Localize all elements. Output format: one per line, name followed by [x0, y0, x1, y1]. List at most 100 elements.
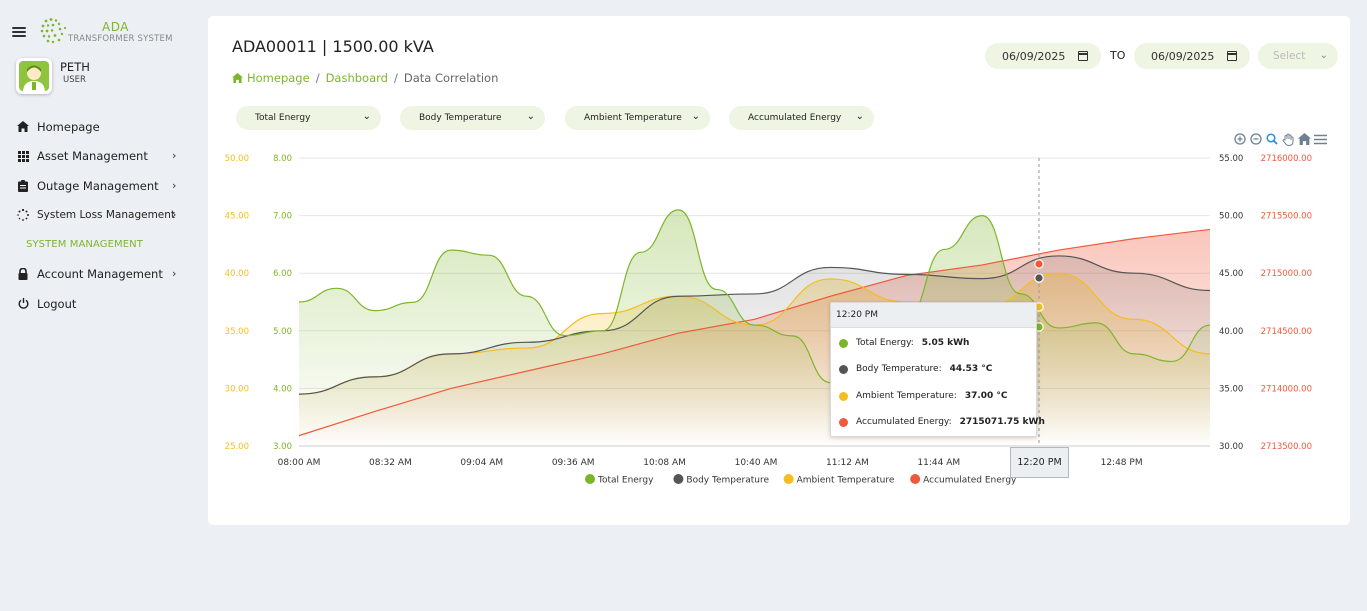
y-tick-body-temperature: 55.00 — [1219, 154, 1243, 164]
tooltip-row-accumulated-energy: Accumulated Energy: 2715071.75 kWh — [839, 417, 1045, 427]
x-tick-label: 08:00 AM — [278, 458, 321, 468]
legend-marker-icon — [783, 474, 794, 484]
legend-item-total-energy[interactable]: Total Energy — [585, 474, 654, 486]
legend-label: Accumulated Energy — [923, 476, 1017, 486]
y-tick-accumulated-energy: 2714000.00 — [1261, 384, 1312, 394]
chart-legend[interactable]: Total Energy Body Temperature Ambient Temp… — [585, 474, 1017, 486]
x-tick-label: 10:40 AM — [735, 458, 778, 468]
crosshair-x-label: 12:20 PM — [1010, 447, 1069, 478]
tooltip-row-total-energy: Total Energy: 5.05 kWh — [839, 338, 969, 348]
y-tick-ambient-temperature: 25.00 — [225, 442, 249, 452]
x-tick-label: 09:04 AM — [460, 458, 503, 468]
sidebar-nav: Homepage Asset Management › Outage Manag… — [0, 112, 198, 319]
y-tick-total-energy: 4.00 — [273, 384, 292, 394]
y-tick-accumulated-energy: 2716000.00 — [1261, 154, 1312, 164]
app-logo: ADA TRANSFORMER SYSTEM — [40, 17, 175, 47]
legend-item-body-temperature[interactable]: Body Temperature — [673, 474, 769, 486]
brand-name: ADA — [102, 20, 129, 34]
y-tick-body-temperature: 45.00 — [1219, 269, 1243, 279]
chevron-right-icon: › — [172, 149, 177, 163]
series-dot-icon — [839, 391, 848, 401]
legend-marker-icon — [585, 474, 595, 484]
user-name: PETH — [60, 60, 90, 74]
main-card: ADA00011 | 1500.00 kVA Homepage / Dashbo… — [208, 16, 1350, 525]
clipboard-icon — [16, 179, 30, 193]
y-tick-ambient-temperature: 45.00 — [225, 212, 249, 222]
x-tick-label: 09:36 AM — [552, 458, 595, 468]
series-dot-icon — [839, 364, 848, 374]
y-tick-accumulated-energy: 2715500.00 — [1261, 212, 1312, 222]
y-tick-ambient-temperature: 50.00 — [225, 154, 249, 164]
tooltip-label: Accumulated Energy: — [856, 417, 952, 427]
y-tick-body-temperature: 30.00 — [1219, 442, 1243, 452]
sidebar-item-account-management[interactable]: Account Management › — [0, 260, 198, 290]
sidebar-item-label: System Loss Management — [37, 209, 176, 222]
series-dot-icon — [839, 338, 848, 348]
y-tick-ambient-temperature: 30.00 — [225, 384, 249, 394]
logo-dots-icon — [40, 18, 67, 44]
chart-tooltip: 12:20 PM Total Energy: 5.05 kWh Body Temp… — [830, 302, 1045, 437]
sidebar-item-system-management[interactable]: SYSTEM MANAGEMENT — [0, 230, 198, 260]
sidebar-item-label: Homepage — [37, 119, 100, 134]
user-avatar-icon — [19, 61, 49, 91]
tooltip-label: Ambient Temperature: — [856, 391, 957, 401]
sidebar-item-asset-management[interactable]: Asset Management › — [0, 142, 198, 172]
y-tick-accumulated-energy: 2715000.00 — [1261, 269, 1312, 279]
sidebar-item-outage-management[interactable]: Outage Management › — [0, 171, 198, 201]
chart-areas — [299, 209, 1210, 446]
legend-marker-icon — [910, 474, 921, 484]
x-tick-label: 12:48 PM — [1101, 458, 1143, 468]
y-tick-body-temperature: 40.00 — [1219, 327, 1243, 337]
y-tick-total-energy: 5.00 — [273, 327, 292, 337]
sidebar-item-label: Asset Management — [37, 149, 148, 164]
x-tick-label: 08:32 AM — [369, 458, 412, 468]
chevron-right-icon: › — [172, 267, 177, 281]
sidebar-item-homepage[interactable]: Homepage — [0, 112, 198, 142]
lock-icon — [16, 267, 30, 281]
x-tick-label: 11:12 AM — [826, 458, 869, 468]
x-tick-label: 10:08 AM — [643, 458, 686, 468]
spinner-icon — [16, 208, 30, 222]
grid-icon — [16, 149, 30, 163]
correlation-chart[interactable]: 25.00 3.00 30.00 2713500.00 30.00 4.00 35.00 27… — [208, 16, 1350, 506]
sidebar-item-label: Outage Management — [37, 178, 159, 193]
series-marker-accumulated-energy — [1034, 259, 1044, 269]
series-dot-icon — [839, 417, 848, 427]
y-tick-body-temperature: 50.00 — [1219, 212, 1243, 222]
y-tick-ambient-temperature: 40.00 — [225, 269, 249, 279]
y-tick-total-energy: 6.00 — [273, 269, 292, 279]
tooltip-row-ambient-temperature: Ambient Temperature: 37.00 °C — [839, 391, 1008, 401]
sidebar-item-logout[interactable]: Logout — [0, 289, 198, 319]
tooltip-value: 44.53 °C — [949, 364, 993, 374]
y-tick-total-energy: 3.00 — [273, 442, 292, 452]
avatar[interactable] — [16, 58, 52, 94]
sidebar-item-system-loss-management[interactable]: System Loss Management › — [0, 201, 198, 231]
legend-label: Ambient Temperature — [797, 476, 895, 486]
sidebar-item-label: Logout — [37, 296, 77, 311]
y-tick-accumulated-energy: 2713500.00 — [1261, 442, 1312, 452]
hamburger-menu-icon[interactable] — [12, 27, 26, 37]
series-marker-body-temperature — [1034, 273, 1044, 283]
legend-label: Total Energy — [597, 476, 654, 486]
tooltip-header: 12:20 PM — [831, 303, 1036, 328]
sidebar-item-label: SYSTEM MANAGEMENT — [26, 239, 143, 251]
legend-marker-icon — [673, 474, 684, 484]
power-icon — [16, 297, 30, 311]
tooltip-row-body-temperature: Body Temperature: 44.53 °C — [839, 364, 992, 374]
sidebar-item-label: Account Management — [37, 267, 163, 282]
tooltip-value: 2715071.75 kWh — [959, 417, 1045, 427]
chevron-right-icon: › — [172, 208, 177, 222]
y-tick-total-energy: 8.00 — [273, 154, 292, 164]
sidebar: ADA TRANSFORMER SYSTEM PETH USER Homepag… — [0, 0, 198, 611]
legend-label: Body Temperature — [686, 476, 769, 486]
home-icon — [16, 120, 30, 134]
legend-item-accumulated-energy[interactable]: Accumulated Energy — [910, 474, 1017, 486]
tooltip-value: 37.00 °C — [964, 391, 1008, 401]
chevron-right-icon: › — [172, 178, 177, 192]
legend-item-ambient-temperature[interactable]: Ambient Temperature — [783, 474, 895, 486]
series-area-total-energy — [299, 209, 1210, 446]
y-tick-total-energy: 7.00 — [273, 212, 292, 222]
x-tick-label: 11:44 AM — [917, 458, 960, 468]
tooltip-value: 5.05 kWh — [921, 338, 970, 348]
brand-subtitle: TRANSFORMER SYSTEM — [68, 34, 173, 44]
